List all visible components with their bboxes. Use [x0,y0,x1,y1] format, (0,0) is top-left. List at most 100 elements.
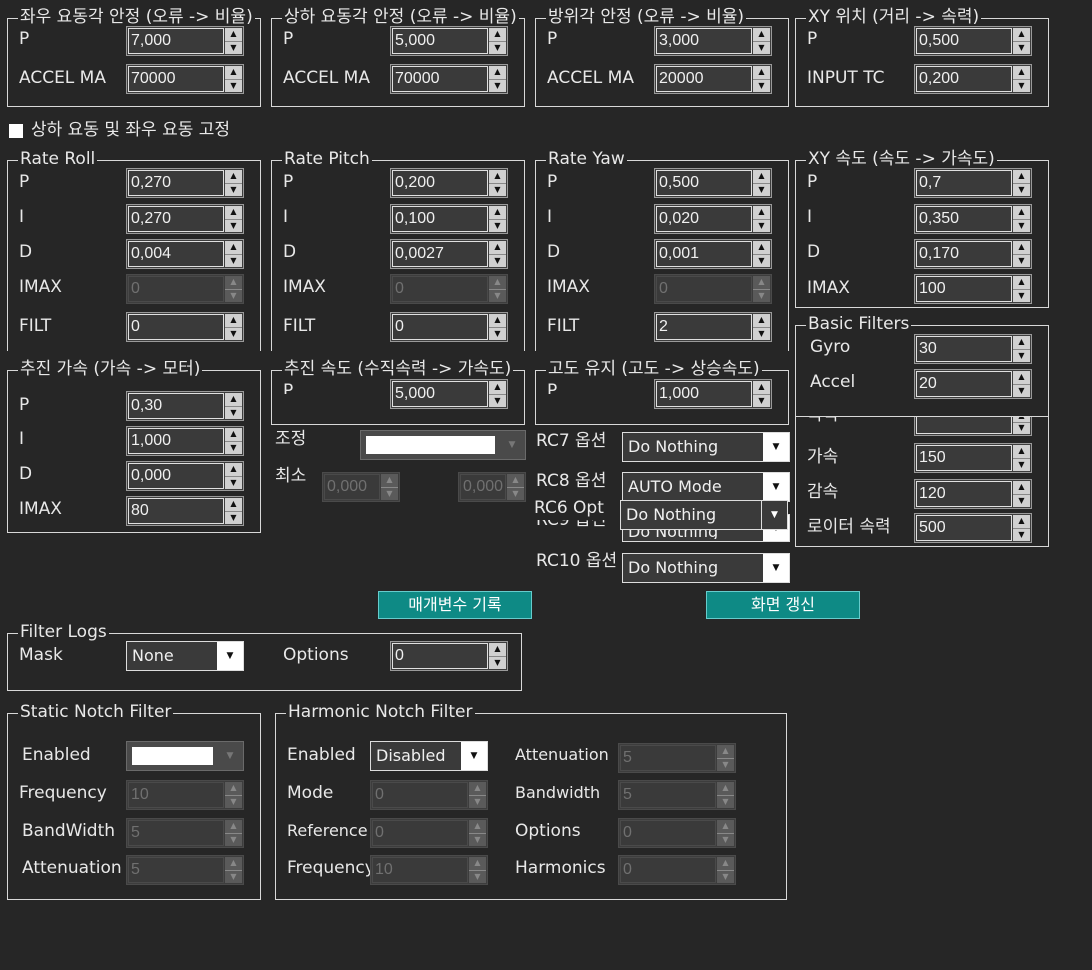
spinner-icon[interactable]: ▲▼ [489,206,506,232]
spinner-icon[interactable]: ▲▼ [225,393,242,419]
spinner-icon[interactable]: ▲▼ [489,170,506,196]
spinner-icon[interactable]: ▲▼ [225,66,242,92]
write-params-button[interactable]: 매개변수 기록 [378,591,532,619]
group-title: Harmonic Notch Filter [286,702,475,722]
spinner-icon[interactable]: ▲▼ [753,241,770,267]
rate-pitch-i-input[interactable]: 0,100 ▲ ▼ [390,204,508,234]
rc8-select[interactable]: AUTO Mode ▼ [622,472,790,502]
xy-pos-p-input[interactable]: 0,500 ▲ ▼ [914,26,1032,56]
static-notch-bw-input[interactable]: 5 ▲ ▼ [126,818,244,848]
tune-max-input[interactable]: 0,000 ▲ ▼ [458,472,526,502]
rate-pitch-p-input[interactable]: 0,200 ▲ ▼ [390,168,508,198]
harmonic-notch-enabled-select[interactable]: Disabled ▼ [370,741,488,771]
spinner-icon[interactable]: ▲▼ [753,28,770,54]
harmonic-ref-input[interactable]: 0 ▲ ▼ [370,818,488,848]
rate-roll-d-input[interactable]: 0,004 ▲ ▼ [126,239,244,269]
thr-accel-d-input[interactable]: 0,000 ▲ ▼ [126,461,244,491]
spinner-icon[interactable]: ▲▼ [1013,276,1030,302]
rc6-select[interactable]: Do Nothing ▼ [620,500,788,530]
xy-vel-d-input[interactable]: 0,170 ▲ ▼ [914,239,1032,269]
spinner-icon[interactable]: ▲▼ [753,314,770,340]
refresh-screen-button[interactable]: 화면 갱신 [706,591,860,619]
spinner-icon[interactable]: ▲▼ [489,381,506,407]
stab-yaw-p-input[interactable]: 3,000 ▲ ▼ [654,26,772,56]
rate-yaw-i-input[interactable]: 0,020 ▲ ▼ [654,204,772,234]
rate-pitch-filt-input[interactable]: 0 ▲ ▼ [390,312,508,342]
rate-yaw-d-input[interactable]: 0,001 ▲ ▼ [654,239,772,269]
spinner-icon[interactable]: ▲▼ [753,66,770,92]
spinner-icon[interactable]: ▲▼ [489,241,506,267]
spinner-icon[interactable]: ▲▼ [1013,515,1030,541]
stab-pitch-p-input[interactable]: 5,000 ▲ ▼ [390,26,508,56]
spinner-icon[interactable]: ▲▼ [1013,170,1030,196]
rc7-select[interactable]: Do Nothing ▼ [622,432,790,462]
spinner-icon[interactable]: ▲▼ [489,66,506,92]
spinner-icon[interactable]: ▲▼ [225,206,242,232]
stab-roll-p-input[interactable]: 7,000 ▲ ▼ [126,26,244,56]
spinner-icon[interactable]: ▲▼ [225,28,242,54]
tune-select[interactable]: ▼ [360,430,526,460]
spinner-icon[interactable]: ▲▼ [753,206,770,232]
rate-pitch-d-input[interactable]: 0,0027 ▲ ▼ [390,239,508,269]
harmonic-mode-input[interactable]: 0 ▲ ▼ [370,780,488,810]
spinner-icon[interactable]: ▲▼ [225,463,242,489]
static-notch-att-input[interactable]: 5 ▲ ▼ [126,855,244,885]
gyro-filter-input[interactable]: 30 ▲ ▼ [914,334,1032,364]
stab-roll-accel-input[interactable]: 70000 ▲ ▼ [126,64,244,94]
mask-select[interactable]: None ▼ [126,641,244,671]
lock-pitch-roll-checkbox[interactable] [9,124,23,138]
spinner-icon[interactable]: ▲▼ [225,241,242,267]
thr-accel-p-input[interactable]: 0,30 ▲ ▼ [126,391,244,421]
spinner-icon[interactable]: ▲▼ [1013,371,1030,397]
rate-yaw-imax-input[interactable]: 0 ▲ ▼ [654,274,772,304]
thr-rate-p-input[interactable]: 5,000 ▲ ▼ [390,379,508,409]
stab-pitch-accel-input[interactable]: 70000 ▲ ▼ [390,64,508,94]
filter-log-options-input[interactable]: 0 ▲ ▼ [390,641,508,671]
harmonic-options-input[interactable]: 0 ▲ ▼ [618,818,736,848]
rate-roll-filt-input[interactable]: 0 ▲ ▼ [126,312,244,342]
spinner-icon[interactable]: ▲▼ [489,28,506,54]
spinner-icon[interactable]: ▲▼ [225,314,242,340]
spinner-icon[interactable]: ▲▼ [1013,481,1030,507]
xy-pos-tc-input[interactable]: 0,200 ▲ ▼ [914,64,1032,94]
xy-vel-i-input[interactable]: 0,350 ▲ ▼ [914,204,1032,234]
stab-yaw-accel-input[interactable]: 20000 ▲ ▼ [654,64,772,94]
spinner-icon[interactable]: ▲▼ [1013,445,1030,471]
harmonic-harmonics-input[interactable]: 0 ▲ ▼ [618,855,736,885]
spinner-icon[interactable]: ▲▼ [1013,206,1030,232]
rate-roll-i-input[interactable]: 0,270 ▲ ▼ [126,204,244,234]
xy-vel-p-input[interactable]: 0,7 ▲ ▼ [914,168,1032,198]
rate-roll-imax-input[interactable]: 0 ▲ ▼ [126,274,244,304]
harmonic-att-input[interactable]: 5 ▲ ▼ [618,743,736,773]
wp-loiter-input[interactable]: 500 ▲ ▼ [914,513,1032,543]
wp-decel-input[interactable]: 120 ▲ ▼ [914,479,1032,509]
harmonic-bw-input[interactable]: 5 ▲ ▼ [618,780,736,810]
accel-filter-input[interactable]: 20 ▲ ▼ [914,369,1032,399]
wp-accel-input[interactable]: 150 ▲ ▼ [914,443,1032,473]
spinner-icon[interactable]: ▲▼ [489,643,506,669]
spinner-icon[interactable]: ▲▼ [1013,241,1030,267]
spinner-icon[interactable]: ▲▼ [1013,336,1030,362]
spinner-icon[interactable]: ▲▼ [1013,28,1030,54]
static-notch-enabled-select[interactable]: ▼ [126,741,244,771]
spinner-icon[interactable]: ▲▼ [753,381,770,407]
spinner-icon[interactable]: ▲▼ [753,170,770,196]
rate-yaw-p-input[interactable]: 0,500 ▲ ▼ [654,168,772,198]
thr-accel-imax-input[interactable]: 80 ▲ ▼ [126,496,244,526]
spinner-icon[interactable]: ▲▼ [225,498,242,524]
rate-pitch-imax-input[interactable]: 0 ▲ ▼ [390,274,508,304]
rc10-select[interactable]: Do Nothing ▼ [622,553,790,583]
alt-hold-p-input[interactable]: 1,000 ▲ ▼ [654,379,772,409]
static-notch-freq-input[interactable]: 10 ▲ ▼ [126,780,244,810]
rate-roll-p-input[interactable]: 0,270 ▲ ▼ [126,168,244,198]
thr-accel-i-input[interactable]: 1,000 ▲ ▼ [126,426,244,456]
harmonic-freq-input[interactable]: 10 ▲ ▼ [370,855,488,885]
spinner-icon[interactable]: ▲▼ [225,170,242,196]
tune-min-input[interactable]: 0,000 ▲ ▼ [322,472,400,502]
spinner-icon[interactable]: ▲▼ [1013,66,1030,92]
label-enabled: Enabled [287,745,356,765]
spinner-icon[interactable]: ▲▼ [489,314,506,340]
xy-vel-imax-input[interactable]: 100 ▲ ▼ [914,274,1032,304]
spinner-icon[interactable]: ▲▼ [225,428,242,454]
rate-yaw-filt-input[interactable]: 2 ▲ ▼ [654,312,772,342]
